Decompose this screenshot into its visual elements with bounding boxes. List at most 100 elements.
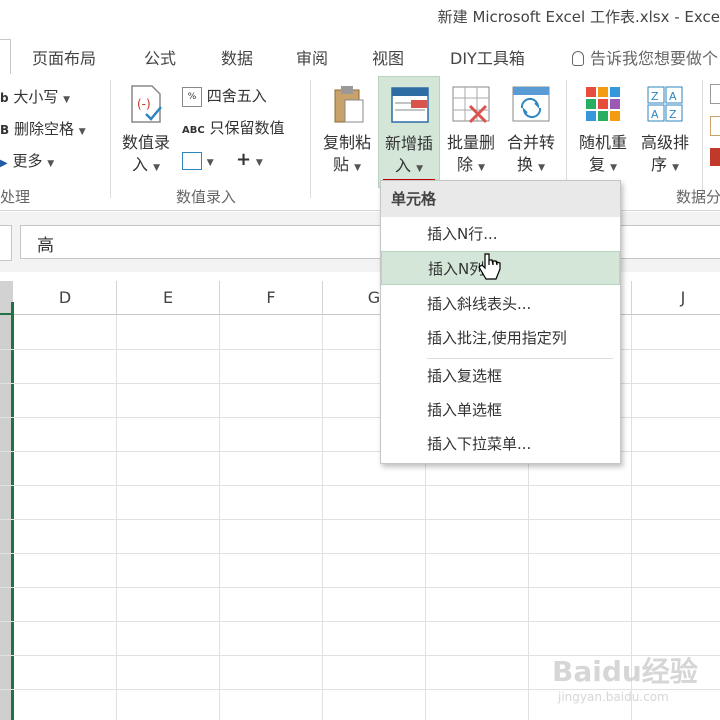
advanced-sort-label-2: 序 ▼ bbox=[650, 155, 680, 174]
group-label-process: 处理 bbox=[0, 188, 31, 206]
batch-delete-label-1: 批量删 bbox=[446, 133, 495, 152]
grid-line bbox=[0, 621, 720, 622]
more-label: 更多 bbox=[12, 152, 43, 170]
new-insert-label-2: 入 ▼ bbox=[394, 156, 424, 175]
tab-data[interactable]: 数据 bbox=[221, 45, 253, 69]
ribbon-tabs: 页面布局 公式 数据 审阅 视图 DIY工具箱 告诉我您想要做个 bbox=[0, 36, 720, 74]
svg-text:Z: Z bbox=[651, 90, 659, 103]
case-icon: b bbox=[0, 91, 9, 105]
column-header-e[interactable]: E bbox=[117, 281, 220, 315]
more-button[interactable]: ▶ 更多 ▼ bbox=[0, 151, 54, 174]
column-header-f[interactable]: F bbox=[220, 281, 323, 315]
menu-item-insert-diagonal-header[interactable]: 插入斜线表头... bbox=[381, 287, 620, 321]
group-divider bbox=[702, 80, 703, 198]
random-grid-icon bbox=[586, 87, 620, 121]
menu-item-insert-rows[interactable]: 插入N行... bbox=[381, 217, 620, 251]
selected-column-fill bbox=[0, 315, 11, 720]
menu-item-insert-radio[interactable]: 插入单选框 bbox=[381, 393, 620, 427]
svg-text:A: A bbox=[669, 90, 677, 103]
grid-line bbox=[0, 553, 720, 554]
menu-item-insert-comment[interactable]: 插入批注,使用指定列 bbox=[381, 321, 620, 355]
abc-icon: ABC bbox=[182, 125, 205, 136]
remove-spaces-button[interactable]: B 删除空格 ▼ bbox=[0, 119, 86, 142]
baidu-watermark: Baidu经验 jingyan.baidu.com bbox=[552, 650, 718, 716]
selection-border bbox=[11, 302, 14, 720]
svg-text:A: A bbox=[651, 108, 659, 121]
grid-line bbox=[0, 519, 720, 520]
small-icon-partial[interactable] bbox=[710, 116, 720, 136]
batch-delete-button[interactable]: 批量删 除 ▼ bbox=[442, 76, 500, 188]
delete-grid-icon bbox=[452, 86, 490, 124]
merge-convert-label-2: 换 ▼ bbox=[516, 155, 546, 174]
copy-paste-label-2: 贴 ▼ bbox=[332, 155, 362, 174]
grid-line bbox=[322, 315, 323, 720]
round-button[interactable]: % 四舍五入 bbox=[182, 86, 267, 107]
svg-text:(-): (-) bbox=[137, 97, 151, 111]
watermark-url: jingyan.baidu.com bbox=[558, 690, 669, 704]
hand-cursor-icon bbox=[478, 253, 501, 280]
new-insert-button[interactable]: 新增插 入 ▼ bbox=[378, 76, 440, 188]
chevron-down-icon: ▼ bbox=[78, 127, 86, 137]
tab-review[interactable]: 审阅 bbox=[296, 45, 328, 69]
numeric-entry-label-2: 入 ▼ bbox=[131, 155, 161, 174]
column-header-j[interactable]: J bbox=[632, 281, 720, 315]
insert-row-icon bbox=[391, 87, 429, 123]
merge-convert-label-1: 合并转 bbox=[506, 133, 555, 152]
chevron-down-icon: ▼ bbox=[255, 158, 263, 168]
random-repeat-label-2: 复 ▼ bbox=[588, 155, 618, 174]
tell-me-box[interactable]: 告诉我您想要做个 bbox=[572, 45, 718, 69]
svg-text:Z: Z bbox=[669, 108, 677, 121]
column-header-d[interactable]: D bbox=[14, 281, 117, 315]
numeric-entry-label-1: 数值录 bbox=[121, 133, 170, 152]
tab-view[interactable]: 视图 bbox=[372, 45, 404, 69]
name-box[interactable] bbox=[0, 225, 12, 261]
tab-page-layout[interactable]: 页面布局 bbox=[32, 45, 96, 69]
small-icon-partial[interactable] bbox=[710, 148, 720, 166]
chevron-down-icon: ▼ bbox=[63, 95, 71, 105]
merge-convert-button[interactable]: 合并转 换 ▼ bbox=[502, 76, 560, 188]
window-title: 新建 Microsoft Excel 工作表.xlsx - Exce bbox=[437, 8, 720, 26]
menu-header-cell: 单元格 bbox=[381, 181, 620, 217]
group-divider bbox=[110, 80, 111, 198]
random-repeat-label-1: 随机重 bbox=[578, 133, 627, 152]
tab-diy-toolbox[interactable]: DIY工具箱 bbox=[450, 45, 525, 69]
grid-line bbox=[0, 587, 720, 588]
keep-numeric-label: 只保留数值 bbox=[209, 119, 285, 137]
numeric-entry-icon: (-) bbox=[131, 85, 162, 123]
advanced-sort-label-1: 高级排 bbox=[640, 133, 689, 152]
round-label: 四舍五入 bbox=[206, 87, 267, 105]
advanced-sort-button[interactable]: Z A A Z 高级排 序 ▼ bbox=[634, 76, 696, 188]
arrow-right-icon: ▶ bbox=[0, 158, 8, 169]
format-button[interactable]: ▼ bbox=[182, 150, 214, 173]
group-divider bbox=[310, 80, 311, 198]
insert-dropdown-menu: 单元格 插入N行... 插入N列... 插入斜线表头... 插入批注,使用指定列… bbox=[380, 180, 621, 464]
plus-icon: + bbox=[236, 149, 252, 170]
add-button[interactable]: + ▼ bbox=[236, 150, 263, 173]
tab-formulas[interactable]: 公式 bbox=[144, 45, 176, 69]
remove-spaces-label: 删除空格 bbox=[13, 120, 74, 138]
copy-paste-label-1: 复制粘 bbox=[322, 133, 371, 152]
chevron-down-icon: ▼ bbox=[47, 159, 55, 169]
watermark-brand: Baidu经验 bbox=[552, 655, 698, 688]
lightbulb-icon bbox=[572, 51, 584, 66]
random-repeat-button[interactable]: 随机重 复 ▼ bbox=[572, 76, 634, 188]
chevron-down-icon: ▼ bbox=[206, 158, 214, 168]
keep-numeric-button[interactable]: ABC 只保留数值 bbox=[182, 118, 285, 141]
menu-item-insert-checkbox[interactable]: 插入复选框 bbox=[381, 359, 620, 393]
formula-value: 高 bbox=[37, 236, 54, 256]
grid-line bbox=[116, 315, 117, 720]
tab-home-partial[interactable] bbox=[0, 39, 11, 74]
clipboard-icon bbox=[334, 86, 364, 123]
menu-item-insert-dropdown[interactable]: 插入下拉菜单... bbox=[381, 427, 620, 461]
percent-icon: % bbox=[182, 86, 202, 107]
edit-icon bbox=[182, 151, 202, 170]
merge-convert-icon bbox=[512, 86, 550, 122]
group-label-data-analysis: 数据分 bbox=[676, 188, 720, 206]
title-bar: 新建 Microsoft Excel 工作表.xlsx - Exce bbox=[0, 0, 720, 36]
group-label-numeric: 数值录入 bbox=[176, 188, 237, 206]
copy-paste-button[interactable]: 复制粘 贴 ▼ bbox=[316, 76, 378, 188]
small-icon-partial[interactable] bbox=[710, 84, 720, 104]
numeric-entry-button[interactable]: (-) 数值录 入 ▼ bbox=[114, 76, 178, 188]
case-button[interactable]: b 大小写 ▼ bbox=[0, 87, 70, 110]
tell-me-text: 告诉我您想要做个 bbox=[590, 49, 719, 68]
